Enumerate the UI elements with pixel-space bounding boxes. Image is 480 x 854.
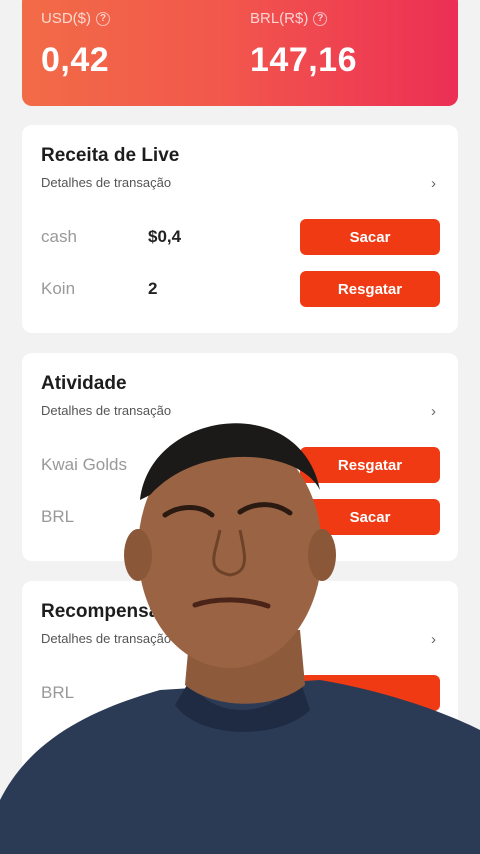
chevron-right-icon[interactable]: › <box>431 631 436 648</box>
usd-balance: USD($) ? 0,42 <box>41 10 111 80</box>
card-title: Recompensa <box>41 601 160 622</box>
brl-label: BRL <box>41 507 75 526</box>
cash-value: $0,4 <box>148 227 182 246</box>
help-icon[interactable]: ? <box>313 11 328 26</box>
live-revenue-card: Receita de Live Detalhes de transação › … <box>22 125 458 333</box>
redeem-button[interactable]: Resgatar <box>300 271 440 307</box>
card-title: Atividade <box>41 373 127 394</box>
transaction-details-link[interactable]: Detalhes de transação <box>41 631 171 646</box>
transaction-details-link[interactable]: Detalhes de transação <box>41 175 171 190</box>
brl-label: BRL <box>41 683 75 702</box>
chevron-right-icon[interactable]: › <box>431 175 436 192</box>
transaction-details-link[interactable]: Detalhes de transação <box>41 403 171 418</box>
balance-card: USD($) ? 0,42 BRL(R$) ? 147,16 <box>22 0 458 106</box>
redeem-button[interactable]: Resgatar <box>300 447 440 483</box>
withdraw-button[interactable]: Sacar <box>300 219 440 255</box>
koin-label: Koin <box>41 279 76 298</box>
cash-label: cash <box>41 227 77 246</box>
activity-card: Atividade Detalhes de transação › Kwai G… <box>22 353 458 561</box>
reward-card: Recompensa Detalhes de transação › BRL <box>22 581 458 854</box>
usd-label: USD($) <box>41 10 92 27</box>
brl-value: 147,16 <box>250 41 357 79</box>
help-icon[interactable]: ? <box>96 11 111 26</box>
koin-value: 2 <box>148 279 158 298</box>
action-button[interactable] <box>300 675 440 711</box>
brl-balance: BRL(R$) ? 147,16 <box>250 10 357 80</box>
card-title: Receita de Live <box>41 145 180 166</box>
usd-value: 0,42 <box>41 41 110 79</box>
chevron-right-icon[interactable]: › <box>431 403 436 420</box>
withdraw-button[interactable]: Sacar <box>300 499 440 535</box>
brl-label: BRL(R$) <box>250 10 309 27</box>
kwai-golds-label: Kwai Golds <box>41 455 127 474</box>
